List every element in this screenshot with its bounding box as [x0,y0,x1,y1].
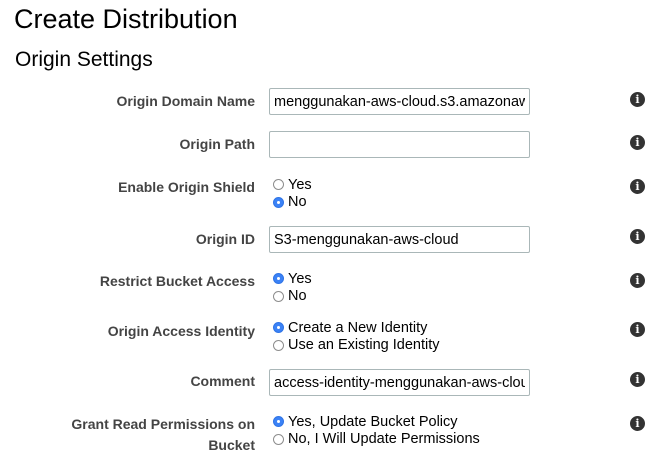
grant-read-permissions-label: Grant Read Permissions on Bucket [15,415,255,454]
radio-unchecked-icon[interactable] [273,179,284,191]
info-icon[interactable]: i [630,135,645,150]
info-icon[interactable]: i [630,229,645,244]
radio-option-label: Use an Existing Identity [288,337,440,354]
grant-read-permissions-option-yes[interactable]: Yes, Update Bucket Policy [273,413,480,431]
radio-checked-icon[interactable] [273,196,284,208]
origin-access-identity-radio-group: Create a New Identity Use an Existing Id… [273,319,440,354]
origin-domain-name-label: Origin Domain Name [116,93,255,109]
grant-read-permissions-option-no[interactable]: No, I Will Update Permissions [273,431,480,449]
radio-option-label: No [288,288,307,305]
info-icon[interactable]: i [630,92,645,107]
section-title: Origin Settings [15,48,153,71]
radio-option-label: No [288,194,307,211]
restrict-bucket-access-label: Restrict Bucket Access [99,273,255,289]
restrict-bucket-access-radio-group: Yes No [273,270,312,305]
origin-access-identity-option-create[interactable]: Create a New Identity [273,319,440,337]
radio-unchecked-icon[interactable] [273,433,284,445]
info-icon[interactable]: i [630,273,645,288]
enable-origin-shield-option-no[interactable]: No [273,194,312,212]
origin-id-label: Origin ID [195,231,255,247]
origin-id-input[interactable] [269,226,530,253]
radio-checked-icon[interactable] [273,273,284,285]
origin-domain-name-input[interactable] [269,88,530,115]
origin-access-identity-option-existing[interactable]: Use an Existing Identity [273,337,440,355]
radio-option-label: Yes [288,270,312,287]
restrict-bucket-access-option-yes[interactable]: Yes [273,270,312,288]
info-icon[interactable]: i [630,416,645,431]
radio-checked-icon[interactable] [273,322,284,334]
radio-unchecked-icon[interactable] [273,290,284,302]
origin-path-label: Origin Path [179,136,255,152]
enable-origin-shield-option-yes[interactable]: Yes [273,176,312,194]
info-icon[interactable]: i [630,372,645,387]
radio-unchecked-icon[interactable] [273,339,284,351]
radio-option-label: Yes [288,176,312,193]
origin-path-input[interactable] [269,131,530,158]
info-icon[interactable]: i [630,322,645,337]
grant-read-permissions-label-line2: Bucket [208,437,255,453]
comment-input[interactable] [269,369,530,396]
create-distribution-page: Create Distribution Origin Settings Orig… [0,0,659,461]
grant-read-permissions-label-line1: Grant Read Permissions on [71,416,255,432]
origin-access-identity-label: Origin Access Identity [107,323,255,339]
comment-label: Comment [190,373,255,389]
radio-option-label: Yes, Update Bucket Policy [288,413,458,430]
restrict-bucket-access-option-no[interactable]: No [273,288,312,306]
radio-option-label: Create a New Identity [288,319,428,336]
enable-origin-shield-radio-group: Yes No [273,176,312,211]
info-icon[interactable]: i [630,179,645,194]
radio-option-label: No, I Will Update Permissions [288,431,480,448]
enable-origin-shield-label: Enable Origin Shield [118,179,255,195]
page-title: Create Distribution [14,4,238,34]
radio-checked-icon[interactable] [273,416,284,428]
grant-read-permissions-radio-group: Yes, Update Bucket Policy No, I Will Upd… [273,413,480,448]
